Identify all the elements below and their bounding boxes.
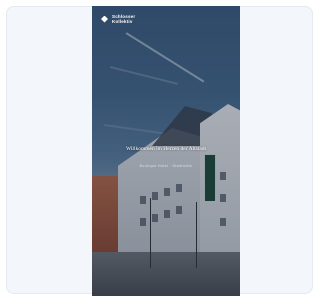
mobile-preview: Schlosser Kollektiv Willkommen im Herzen… — [92, 6, 240, 296]
diamond-logo-icon — [100, 15, 109, 24]
hero-headline: Willkommen im Herzen der Altstadt — [125, 146, 207, 152]
brand-line-2: Kollektiv — [112, 19, 133, 24]
brand-wordmark: Schlosser Kollektiv — [112, 14, 135, 24]
brand-logo[interactable]: Schlosser Kollektiv — [100, 14, 135, 24]
hero-subline: Boutique Hotel · Stadtmitte — [139, 164, 193, 168]
left-side-panel — [6, 6, 92, 294]
